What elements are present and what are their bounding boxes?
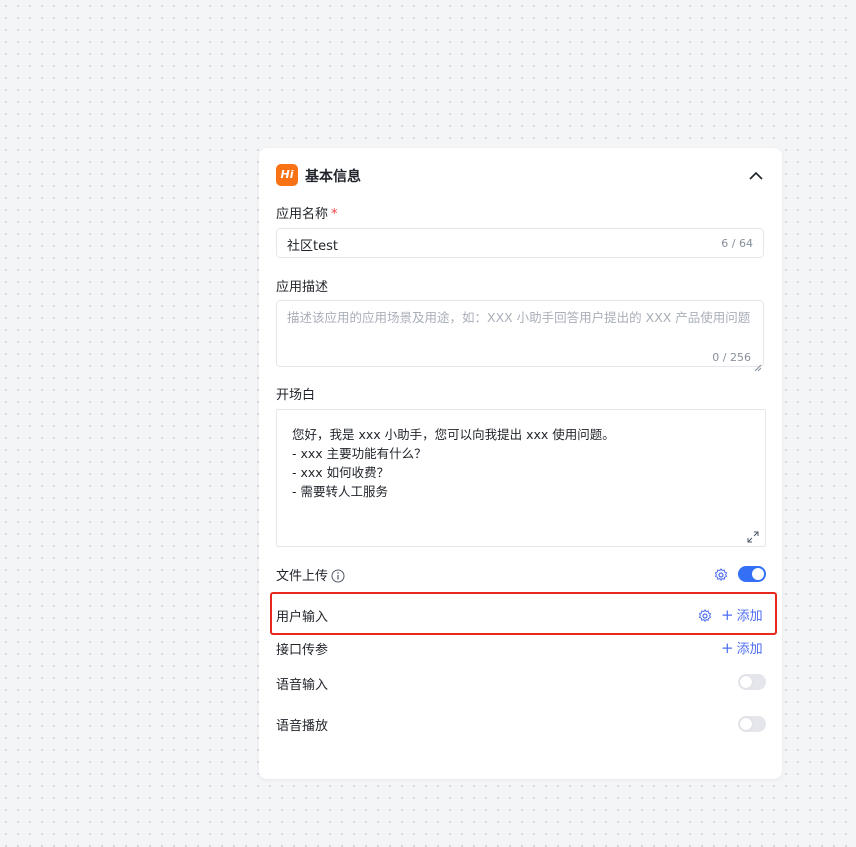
expand-icon[interactable] bbox=[747, 528, 759, 543]
file-upload-settings-gear-icon[interactable] bbox=[714, 567, 728, 582]
opening-line: 您好，我是 xxx 小助手，您可以向我提出 xxx 使用问题。 bbox=[292, 427, 615, 442]
voice-play-label: 语音播放 bbox=[276, 719, 329, 734]
api-params-add-button[interactable]: + 添加 bbox=[721, 638, 763, 657]
user-input-highlight-box bbox=[270, 592, 777, 635]
file-upload-toggle[interactable] bbox=[738, 566, 766, 582]
app-desc-counter: 0 / 256 bbox=[712, 351, 751, 364]
card-title: 基本信息 bbox=[305, 169, 361, 185]
opening-label: 开场白 bbox=[276, 388, 316, 403]
app-desc-textarea[interactable]: 描述该应用的应用场景及用途，如：XXX 小助手回答用户提出的 XXX 产品使用问… bbox=[276, 300, 764, 372]
voice-play-toggle[interactable] bbox=[738, 716, 766, 732]
chevron-up-icon[interactable] bbox=[746, 166, 766, 186]
resize-handle-icon[interactable] bbox=[754, 357, 762, 372]
app-name-label: 应用名称 * bbox=[276, 207, 338, 222]
app-name-value: 社区test bbox=[287, 239, 338, 254]
card-header: Hi 基本信息 bbox=[276, 164, 766, 188]
info-icon[interactable] bbox=[331, 569, 345, 587]
basic-info-card: Hi 基本信息 应用名称 * 社区test 6 / 64 应用描述 描述该应用的应… bbox=[259, 148, 782, 779]
app-desc-placeholder: 描述该应用的应用场景及用途，如：XXX 小助手回答用户提出的 XXX 产品使用问… bbox=[287, 310, 751, 325]
app-name-counter: 6 / 64 bbox=[721, 237, 753, 250]
plus-icon: + bbox=[721, 639, 734, 657]
api-params-label: 接口传参 bbox=[276, 643, 329, 658]
file-upload-label: 文件上传 bbox=[276, 565, 345, 587]
required-mark: * bbox=[331, 207, 338, 222]
opening-line: - xxx 如何收费？ bbox=[292, 465, 390, 480]
app-logo: Hi bbox=[276, 164, 298, 186]
voice-input-toggle[interactable] bbox=[738, 674, 766, 690]
opening-editor[interactable]: 您好，我是 xxx 小助手，您可以向我提出 xxx 使用问题。 - xxx 主要… bbox=[276, 409, 766, 547]
opening-line: - xxx 主要功能有什么？ bbox=[292, 446, 427, 461]
voice-input-label: 语音输入 bbox=[276, 678, 329, 693]
app-name-input[interactable]: 社区test 6 / 64 bbox=[276, 228, 764, 258]
app-desc-label: 应用描述 bbox=[276, 280, 329, 295]
opening-line: - 需要转人工服务 bbox=[292, 484, 388, 499]
